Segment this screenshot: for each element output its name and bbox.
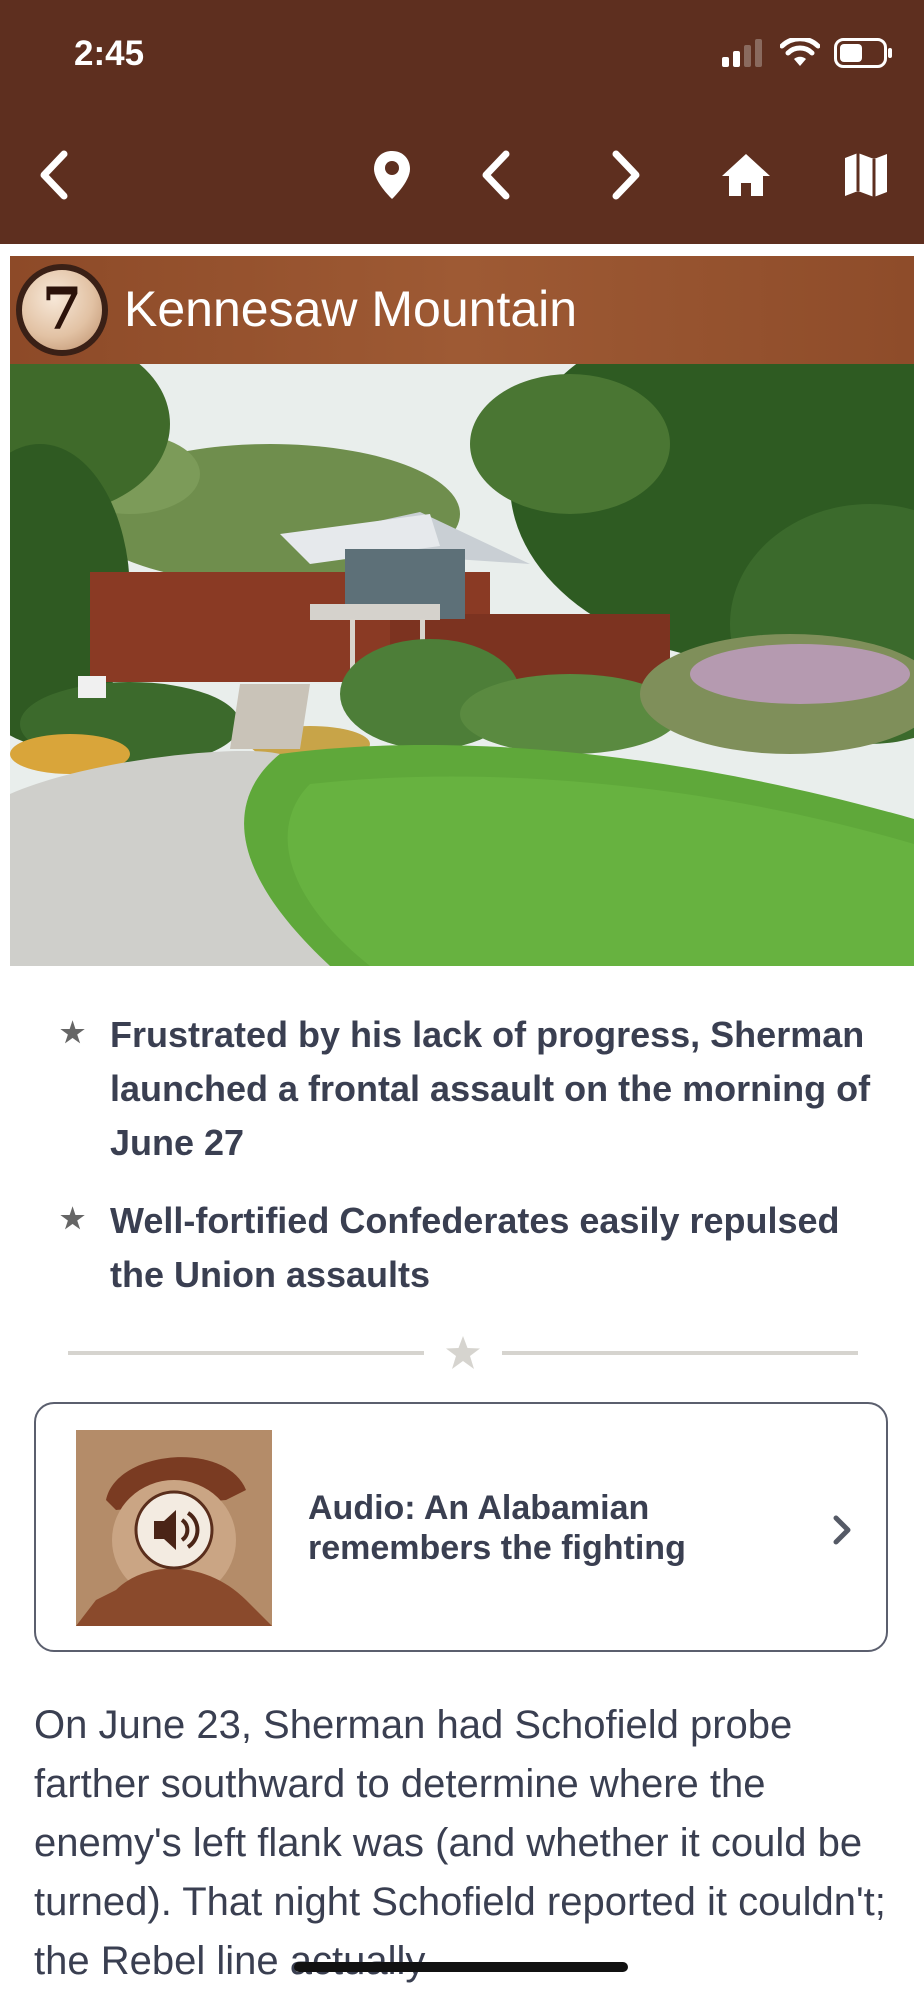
highlights-list: ★ Frustrated by his lack of progress, Sh… (56, 1008, 876, 1326)
previous-stop-button[interactable] (466, 145, 526, 205)
stop-photo (10, 364, 914, 966)
back-button[interactable] (24, 145, 84, 205)
home-indicator[interactable] (294, 1962, 628, 1972)
section-divider (68, 1334, 858, 1374)
home-button[interactable] (716, 145, 776, 205)
stop-description: On June 23, Sherman had Schofield probe … (34, 1703, 886, 1983)
highlight-item: ★ Well-fortified Confederates easily rep… (56, 1194, 876, 1302)
map-pin-icon (374, 151, 410, 199)
signal-icon (722, 39, 762, 67)
stop-number-badge: 7 (16, 264, 108, 356)
location-button[interactable] (362, 145, 422, 205)
chevron-right-icon (612, 150, 640, 200)
highlight-item: ★ Frustrated by his lack of progress, Sh… (56, 1008, 876, 1170)
battery-icon (834, 38, 892, 68)
app-header: 2:45 (0, 0, 924, 244)
header-divider (0, 244, 924, 254)
wifi-icon (780, 38, 820, 66)
audio-title: Audio: An Alabamian remembers the fighti… (308, 1489, 686, 1567)
stop-number: 7 (41, 275, 83, 343)
stop-title: Kennesaw Mountain (124, 281, 578, 337)
home-icon (722, 154, 770, 196)
audio-card[interactable]: Audio: An Alabamian remembers the fighti… (34, 1402, 888, 1652)
star-icon: ★ (60, 1203, 86, 1234)
audio-thumbnail (76, 1430, 272, 1626)
chevron-right-icon (833, 1515, 851, 1545)
status-icons (720, 38, 894, 68)
map-button[interactable] (836, 145, 896, 205)
next-stop-button[interactable] (596, 145, 656, 205)
star-icon (446, 1336, 480, 1369)
map-icon (845, 153, 887, 197)
chevron-left-icon (40, 150, 68, 200)
highlight-text: Well-fortified Confederates easily repul… (110, 1200, 840, 1295)
star-icon: ★ (60, 1017, 86, 1048)
status-time: 2:45 (74, 34, 145, 73)
chevron-left-icon (482, 150, 510, 200)
highlight-text: Frustrated by his lack of progress, Sher… (110, 1014, 871, 1163)
